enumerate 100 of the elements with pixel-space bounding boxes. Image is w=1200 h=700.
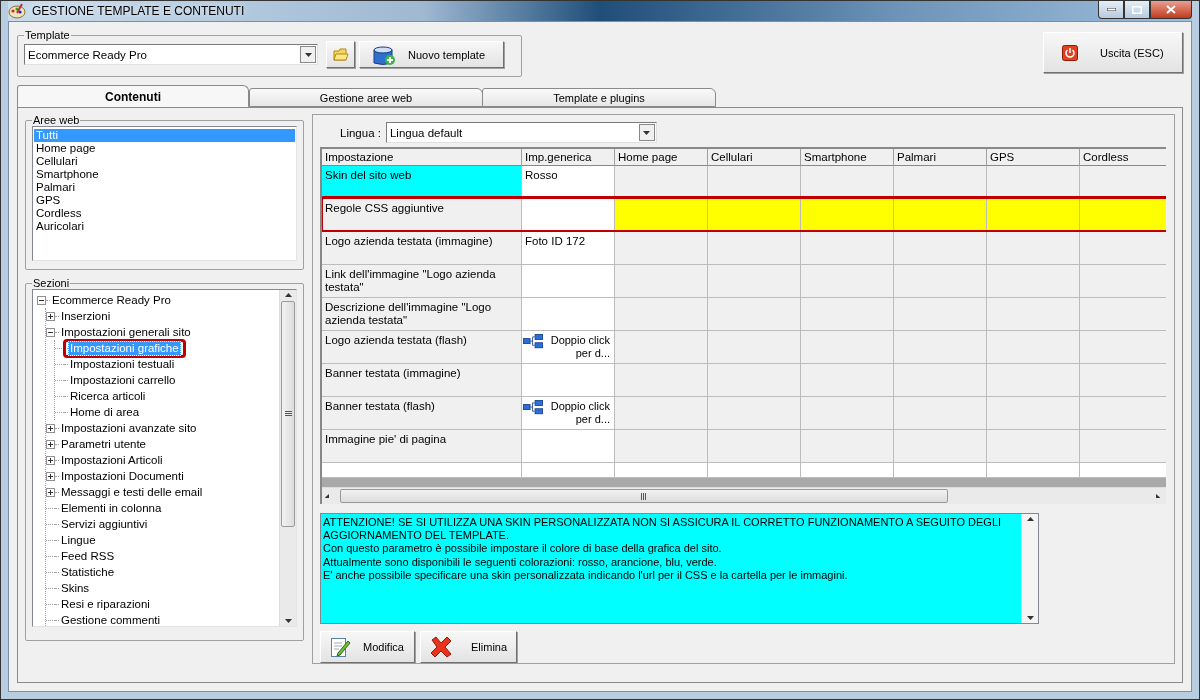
minimize-button[interactable] [1098,1,1124,19]
language-dropdown[interactable]: Lingua default [385,122,657,143]
column-header[interactable]: Cellulari [708,149,801,167]
x-icon [429,635,453,659]
table-cell[interactable]: Banner testata (flash) [322,397,522,430]
list-item[interactable]: Cordless [34,207,295,220]
expand-icon[interactable] [46,423,55,433]
template-dropdown[interactable]: Ecommerce Ready Pro [24,44,318,65]
vertical-scrollbar[interactable] [279,290,296,626]
folder-icon [332,47,349,62]
vertical-scrollbar[interactable] [1021,514,1038,623]
maximize-icon [1132,5,1142,14]
column-header[interactable]: Cordless [1080,149,1166,167]
exit-button[interactable]: Uscita (ESC) [1043,32,1183,73]
cell-text: Doppio click per d... [549,400,610,426]
language-label: Lingua : [340,126,381,139]
collapse-icon[interactable] [37,295,46,305]
scroll-thumb[interactable] [281,301,295,527]
tab[interactable]: Contenuti [17,85,249,107]
scroll-up-icon [1026,517,1034,521]
power-icon [1062,44,1078,61]
maximize-button[interactable] [1124,1,1150,19]
scroll-down-icon [284,619,292,623]
pencil-document-icon [329,636,351,658]
dropdown-arrow-icon [643,130,651,135]
tree-item[interactable]: Ecommerce Ready Pro [50,292,173,308]
list-item[interactable]: Cellulari [34,155,295,168]
tree-item[interactable]: Impostazioni Documenti [59,468,186,484]
tree-item[interactable]: Ricerca articoli [68,388,148,404]
table-cell[interactable]: Link dell'immagine "Logo azienda testata" [322,265,522,298]
description-text: Attualmente sono disponibili le seguenti colorazioni: rosso, arancione, blu, verde. [323,555,718,569]
list-item[interactable]: Auricolari [34,220,295,233]
tree-item[interactable]: Statistiche [59,564,117,580]
table-cell[interactable]: Regole CSS aggiuntive [322,199,522,232]
cell-text: Doppio click per d... [549,334,610,360]
list-item[interactable]: Smartphone [34,168,295,181]
dropdown-arrow-icon [304,52,312,57]
minimize-icon [1106,8,1116,11]
group-label: Sezioni [32,277,71,289]
tree-item[interactable]: Elementi in colonna [59,500,164,516]
tree-item[interactable]: Feed RSS [59,548,117,564]
open-folder-button[interactable] [326,41,355,68]
expand-icon[interactable] [46,311,55,321]
table-cell[interactable]: Descrizione dell'immagine "Logo azienda testata" [322,298,522,331]
tab[interactable]: Template e plugins [482,88,716,107]
description-text: ATTENZIONE! SE SI UTILIZZA UNA SKIN PERSONALIZZATA NON SI ASSICURA IL CORRETTO FUNZIONAMENTO A SEGUITO DEGLI AGGIORNAMENTO DEL TEMPLATE. [323,516,1003,543]
table-cell[interactable]: Doppio click per d... [522,397,615,430]
column-header[interactable]: Imp.generica [522,149,615,167]
table-cell[interactable]: Logo azienda testata (immagine) [322,232,522,265]
delete-button[interactable]: Elimina [420,631,517,663]
list-item[interactable]: Palmari [34,181,295,194]
scroll-thumb[interactable] [340,489,948,503]
column-header[interactable]: GPS [987,149,1080,167]
palette-icon [8,3,26,19]
tree-item[interactable]: Parametri utente [59,436,148,452]
list-item[interactable]: Home page [34,142,295,155]
window-title: GESTIONE TEMPLATE E CONTENUTI [32,4,245,18]
tree-item[interactable]: Impostazioni avanzate sito [59,420,199,436]
tree-item[interactable]: Lingue [59,532,98,548]
scroll-up-icon [284,293,292,297]
group-label: Template [24,29,71,41]
horizontal-scrollbar[interactable] [322,487,1166,504]
tree-item[interactable]: Impostazioni carrello [68,372,178,388]
tree-item[interactable]: Servizi aggiuntivi [59,516,150,532]
collapse-icon[interactable] [46,327,55,337]
flash-object-icon [523,334,543,349]
description-text: E' anche possibile specificare una skin personalizzata indicando l'url per il CSS e la cartella per le immagini. [323,568,849,582]
edit-button[interactable]: Modifica [320,631,415,663]
tab[interactable]: Gestione aree web [249,88,483,107]
tree-item[interactable]: Resi e riparazioni [59,596,152,612]
column-header[interactable]: Smartphone [801,149,894,167]
close-button[interactable] [1150,1,1192,19]
expand-icon[interactable] [46,487,55,497]
expand-icon[interactable] [46,439,55,449]
table-cell[interactable]: Banner testata (immagine) [322,364,522,397]
grip-icon [284,411,292,417]
expand-icon[interactable] [46,471,55,481]
tree-item[interactable]: Home di area [68,404,142,420]
new-template-button[interactable]: Nuovo template [359,41,504,68]
table-cell: Foto ID 172 [522,232,615,265]
description-text: Con questo parametro è possibile impostare il colore di base della grafica del sito. [323,542,723,556]
tree-item[interactable]: Impostazioni testuali [68,356,177,372]
tree-item[interactable]: Messaggi e testi delle email [59,484,205,500]
tree-item[interactable]: Gestione commenti [59,612,163,626]
column-header[interactable]: Home page [615,149,708,167]
table-cell[interactable]: Doppio click per d... [522,331,615,364]
tree-item[interactable]: Skins [59,580,92,596]
close-icon [1166,5,1176,14]
column-header[interactable]: Palmari [894,149,987,167]
table-cell[interactable]: Logo azienda testata (flash) [322,331,522,364]
table-cell[interactable]: Immagine pie' di pagina [322,430,522,463]
expand-icon[interactable] [46,455,55,465]
flash-object-icon [523,400,543,415]
list-item[interactable]: GPS [34,194,295,207]
column-header[interactable]: Impostazione [322,149,522,167]
group-label: Aree web [32,114,81,126]
tree-item[interactable]: Impostazioni generali sito [59,324,193,340]
tree-item[interactable]: Impostazioni Articoli [59,452,165,468]
scroll-left-icon [325,494,332,498]
tree-item[interactable]: Inserzioni [59,308,113,324]
